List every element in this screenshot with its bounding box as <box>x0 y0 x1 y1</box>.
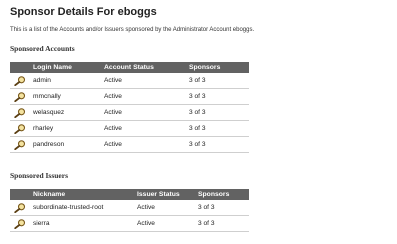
cell-login: pandreson <box>29 136 100 153</box>
cell-login: welasquez <box>29 104 100 121</box>
column-header-nickname: Nickname <box>29 189 133 200</box>
column-header-icon <box>10 189 29 200</box>
cell-sponsors: 3 of 3 <box>194 200 249 216</box>
cell-status: Active <box>133 200 194 216</box>
table-row: admin Active 3 of 3 <box>10 73 249 89</box>
table-header-row: Nickname Issuer Status Sponsors <box>10 189 249 200</box>
cell-status: Active <box>100 73 185 89</box>
view-details-cell <box>10 120 29 137</box>
column-header-login-name: Login Name <box>29 62 100 73</box>
column-header-account-status: Account Status <box>100 62 185 73</box>
magnifier-icon[interactable] <box>14 107 26 118</box>
table-row: mmcnally Active 3 of 3 <box>10 88 249 105</box>
column-header-icon <box>10 62 29 73</box>
view-details-cell <box>10 73 29 89</box>
view-details-cell <box>10 136 29 153</box>
cell-sponsors: 3 of 3 <box>185 120 249 137</box>
cell-nickname: sierra <box>29 215 133 232</box>
sponsor-details-page: Sponsor Details For eboggs This is a lis… <box>0 0 397 244</box>
table-row: sierra Active 3 of 3 <box>10 215 249 232</box>
table-row: welasquez Active 3 of 3 <box>10 104 249 121</box>
cell-login: admin <box>29 73 100 89</box>
cell-status: Active <box>100 120 185 137</box>
page-description: This is a list of the Accounts and/or Is… <box>10 27 255 33</box>
page-title: Sponsor Details For eboggs <box>10 6 157 18</box>
sponsored-issuers-table: Nickname Issuer Status Sponsors subordin… <box>10 189 249 232</box>
cell-status: Active <box>100 136 185 153</box>
magnifier-icon[interactable] <box>14 202 26 213</box>
magnifier-icon[interactable] <box>14 123 26 134</box>
view-details-cell <box>10 104 29 121</box>
column-header-issuer-status: Issuer Status <box>133 189 194 200</box>
sponsored-accounts-table: Login Name Account Status Sponsors admin… <box>10 62 249 153</box>
column-header-sponsors: Sponsors <box>194 189 249 200</box>
table-row: pandreson Active 3 of 3 <box>10 136 249 153</box>
magnifier-icon[interactable] <box>14 75 26 86</box>
view-details-cell <box>10 88 29 105</box>
section-title-accounts: Sponsored Accounts <box>10 44 75 53</box>
section-title-issuers: Sponsored Issuers <box>10 171 69 180</box>
magnifier-icon[interactable] <box>14 218 26 229</box>
cell-login: rharley <box>29 120 100 137</box>
magnifier-icon[interactable] <box>14 91 26 102</box>
magnifier-icon[interactable] <box>14 139 26 150</box>
cell-sponsors: 3 of 3 <box>185 136 249 153</box>
view-details-cell <box>10 215 29 232</box>
view-details-cell <box>10 200 29 216</box>
cell-status: Active <box>133 215 194 232</box>
table-row: subordinate-trusted-root Active 3 of 3 <box>10 200 249 216</box>
cell-status: Active <box>100 88 185 105</box>
cell-status: Active <box>100 104 185 121</box>
cell-sponsors: 3 of 3 <box>194 215 249 232</box>
cell-sponsors: 3 of 3 <box>185 73 249 89</box>
column-header-sponsors: Sponsors <box>185 62 249 73</box>
table-row: rharley Active 3 of 3 <box>10 120 249 137</box>
table-header-row: Login Name Account Status Sponsors <box>10 62 249 73</box>
cell-sponsors: 3 of 3 <box>185 104 249 121</box>
cell-sponsors: 3 of 3 <box>185 88 249 105</box>
cell-login: mmcnally <box>29 88 100 105</box>
cell-nickname: subordinate-trusted-root <box>29 200 133 216</box>
